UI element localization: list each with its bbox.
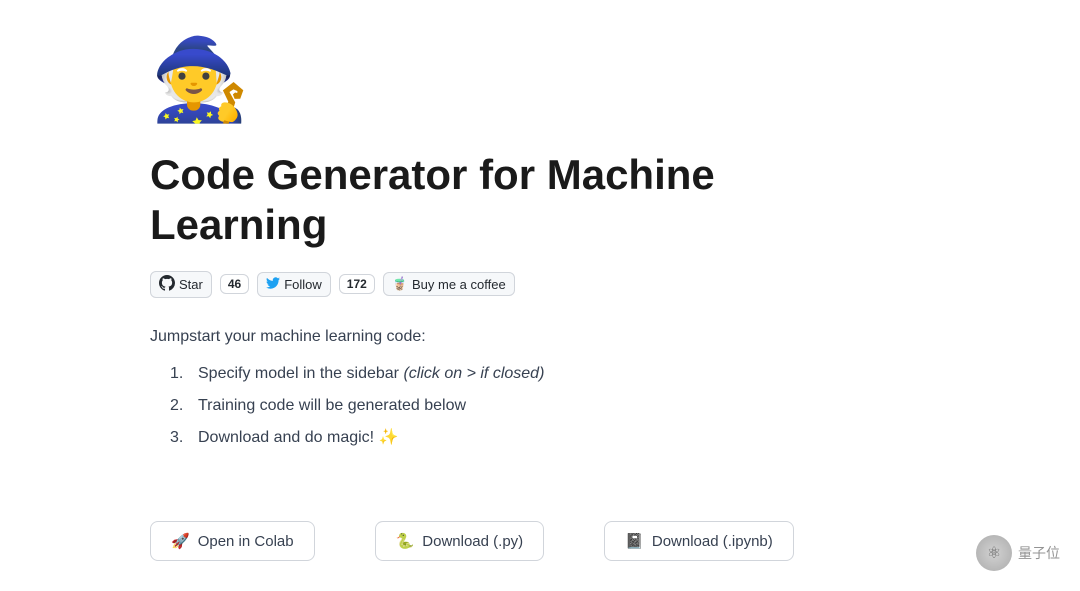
github-star-badge[interactable]: Star [150, 271, 212, 298]
page-title: Code Generator for Machine Learning [150, 150, 780, 251]
colab-icon: 🚀 [171, 532, 190, 550]
step-2-text: Training code will be generated below [198, 394, 466, 418]
download-ipynb-button[interactable]: 📓 Download (.ipynb) [604, 521, 794, 561]
step-1: Specify model in the sidebar (click on >… [170, 362, 780, 386]
open-colab-button[interactable]: 🚀 Open in Colab [150, 521, 315, 561]
download-py-button[interactable]: 🐍 Download (.py) [375, 521, 545, 561]
step-3-text: Download and do magic! ✨ [198, 426, 398, 450]
badge-row: Star 46 Follow 172 🧋 Buy me a coffee [150, 271, 780, 298]
main-content: 🧙 Code Generator for Machine Learning St… [0, 0, 900, 498]
python-icon: 🐍 [396, 532, 415, 550]
download-py-label: Download (.py) [422, 533, 523, 550]
coffee-badge[interactable]: 🧋 Buy me a coffee [383, 272, 515, 296]
step-1-italic: (click on > if closed) [403, 365, 544, 382]
follow-count: 172 [339, 274, 375, 294]
notebook-icon: 📓 [625, 532, 644, 550]
coffee-icon: 🧋 [392, 276, 408, 292]
follow-label: Follow [284, 277, 322, 292]
colab-label: Open in Colab [198, 533, 294, 550]
twitter-follow-badge[interactable]: Follow [257, 272, 331, 297]
github-icon [159, 275, 175, 294]
star-count: 46 [220, 274, 249, 294]
steps-list: Specify model in the sidebar (click on >… [170, 362, 780, 450]
watermark-text: 量子位 [1018, 543, 1060, 563]
star-label: Star [179, 277, 203, 292]
wizard-emoji: 🧙 [150, 40, 780, 120]
description-text: Jumpstart your machine learning code: [150, 328, 780, 346]
step-3: Download and do magic! ✨ [170, 426, 780, 450]
download-ipynb-label: Download (.ipynb) [652, 533, 773, 550]
step-2: Training code will be generated below [170, 394, 780, 418]
twitter-icon [266, 276, 280, 293]
bottom-buttons: 🚀 Open in Colab 🐍 Download (.py) 📓 Downl… [150, 521, 794, 561]
step-1-text: Specify model in the sidebar (click on >… [198, 362, 544, 386]
coffee-label: Buy me a coffee [412, 277, 506, 292]
watermark-logo: ⚛ [976, 535, 1012, 571]
watermark: ⚛ 量子位 [976, 535, 1060, 571]
